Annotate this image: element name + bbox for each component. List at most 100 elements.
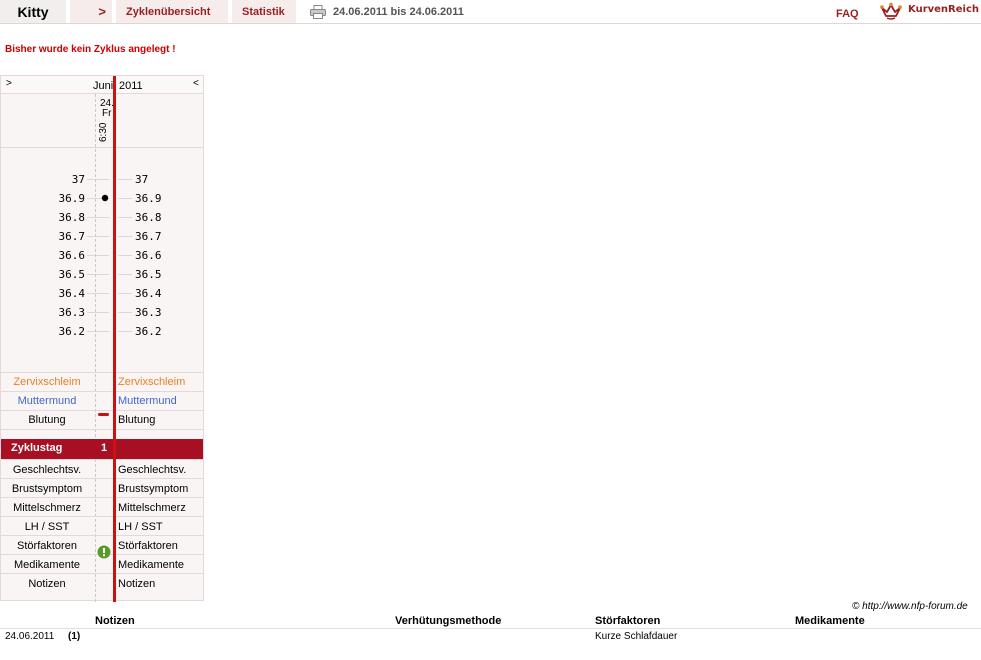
cycle-day-bar: Zyklustag 1 (1, 439, 203, 459)
row-label: Geschlechtsv. (12, 464, 82, 476)
day-column-divider (95, 94, 96, 602)
row-label: Notizen (28, 578, 66, 590)
temp-scale-label-right: 36.2 (135, 325, 162, 338)
row-label-muttermund: Muttermund (17, 395, 77, 407)
temp-scale-label-left: 36.4 (58, 287, 86, 300)
row-label-zervixschleim-right: Zervixschleim (118, 376, 186, 388)
row-label-right: Medikamente (118, 559, 185, 571)
next-month-button[interactable]: < (193, 78, 199, 89)
cycle-day-label: Zyklustag (11, 442, 63, 454)
temp-scale-label-right: 36.5 (135, 268, 162, 281)
month-label: Juni (93, 80, 114, 92)
temp-gridline (87, 217, 109, 218)
row-label: LH / SST (24, 521, 70, 533)
temp-gridline (87, 236, 109, 237)
row-label: Mittelschmerz (13, 502, 81, 514)
logo-text[interactable]: KurvenReich (908, 3, 979, 17)
temp-scale-label-left: 36.6 (58, 249, 86, 262)
temp-scale-label-left: 37 (71, 173, 85, 186)
temp-gridline (87, 293, 109, 294)
temp-gridline (118, 198, 132, 199)
temp-scale-label-right: 36.4 (135, 287, 162, 300)
crown-logo-icon[interactable] (880, 2, 902, 20)
temp-gridline (87, 331, 109, 332)
row-label-right: Geschlechtsv. (118, 464, 187, 476)
table-cell-disturbances: Kurze Schlafdauer (595, 631, 678, 642)
tab-statistik[interactable]: Statistik (232, 0, 296, 24)
no-cycle-message: Bisher wurde kein Zyklus angelegt ! (5, 44, 176, 55)
temp-gridline (87, 274, 109, 275)
temp-scale-label-right: 36.6 (135, 249, 162, 262)
row-divider (1, 573, 203, 574)
nav-arrow-button[interactable]: > (70, 0, 112, 24)
row-label: Brustsymptom (11, 483, 83, 495)
temp-gridline (118, 236, 132, 237)
row-label-right: Notizen (118, 578, 156, 590)
copyright-text: © http://www.nfp-forum.de (852, 601, 968, 612)
temp-scale-label-left: 36.9 (58, 192, 86, 205)
temp-gridline (118, 312, 132, 313)
table-divider (0, 628, 981, 629)
table-header-stoerfaktoren: Störfaktoren (595, 615, 661, 627)
temp-scale-label-right: 36.8 (135, 211, 162, 224)
temp-scale-label-left: 36.7 (58, 230, 86, 243)
disturbance-warning-icon[interactable] (97, 545, 111, 559)
temp-gridline (87, 312, 109, 313)
row-divider (1, 429, 203, 430)
bleeding-marker[interactable] (98, 413, 109, 416)
table-header-notizen: Notizen (95, 615, 135, 627)
row-label: Störfaktoren (17, 540, 77, 552)
temp-gridline (118, 331, 132, 332)
row-label: Medikamente (13, 559, 81, 571)
table-header-medikamente: Medikamente (795, 615, 865, 627)
row-divider (1, 391, 203, 392)
table-cell-notes[interactable]: (1) (68, 631, 80, 642)
temperature-area: 37 37 36.9 36.9 36.8 36.8 36.7 36.7 36.6 36.6 36.5… (1, 149, 203, 373)
temp-scale-label-right: 36.7 (135, 230, 162, 243)
temp-gridline (118, 217, 132, 218)
temp-gridline (118, 293, 132, 294)
row-divider (1, 478, 203, 479)
day-header: 24. Fr 6:30 (1, 94, 203, 148)
chart-header: > Juni 2011 < (1, 76, 203, 94)
row-label-right: Störfaktoren (118, 540, 178, 552)
row-label-right: Mittelschmerz (118, 502, 186, 514)
year-label: 2011 (119, 80, 143, 92)
temp-scale-label-left: 36.5 (58, 268, 86, 281)
row-label-right: LH / SST (118, 521, 163, 533)
faq-link[interactable]: FAQ (836, 6, 859, 22)
temp-gridline (118, 255, 132, 256)
row-label-blutung: Blutung (28, 414, 66, 426)
measurement-time: 6:30 (98, 122, 109, 142)
temp-scale-label-right: 37 (135, 173, 149, 186)
temperature-point[interactable] (100, 193, 110, 203)
day-weekday: Fr (102, 108, 112, 119)
temp-scale-label-right: 36.3 (135, 306, 162, 319)
row-label-muttermund-right: Muttermund (118, 395, 177, 407)
row-label-zervixschleim: Zervixschleim (13, 376, 81, 388)
cycle-chart: > Juni 2011 < 24. Fr 6:30 37 37 36.9 36.9 36… (0, 75, 204, 602)
row-divider (1, 459, 203, 460)
top-divider (0, 23, 981, 24)
prev-month-button[interactable]: > (6, 78, 12, 89)
row-label-right: Brustsymptom (118, 483, 189, 495)
row-label-blutung-right: Blutung (118, 414, 156, 426)
row-divider (1, 410, 203, 411)
temp-gridline (87, 179, 109, 180)
printer-icon[interactable] (310, 5, 326, 19)
temp-gridline (87, 255, 109, 256)
temp-scale-label-left: 36.3 (58, 306, 86, 319)
row-divider (1, 535, 203, 536)
user-name: Kitty (0, 0, 66, 24)
tab-zyklenuebersicht[interactable]: Zyklenübersicht (116, 0, 228, 24)
row-divider (1, 516, 203, 517)
row-divider (1, 497, 203, 498)
row-divider (1, 372, 203, 373)
table-header-verhuetungsmethode: Verhütungsmethode (395, 615, 502, 627)
temp-scale-label-left: 36.8 (58, 211, 86, 224)
table-cell-date[interactable]: 24.06.2011 (5, 631, 54, 642)
today-marker-line (113, 76, 116, 602)
temp-scale-label-left: 36.2 (58, 325, 86, 338)
cycle-day-value: 1 (101, 442, 108, 454)
date-range: 24.06.2011 bis 24.06.2011 (333, 6, 464, 18)
